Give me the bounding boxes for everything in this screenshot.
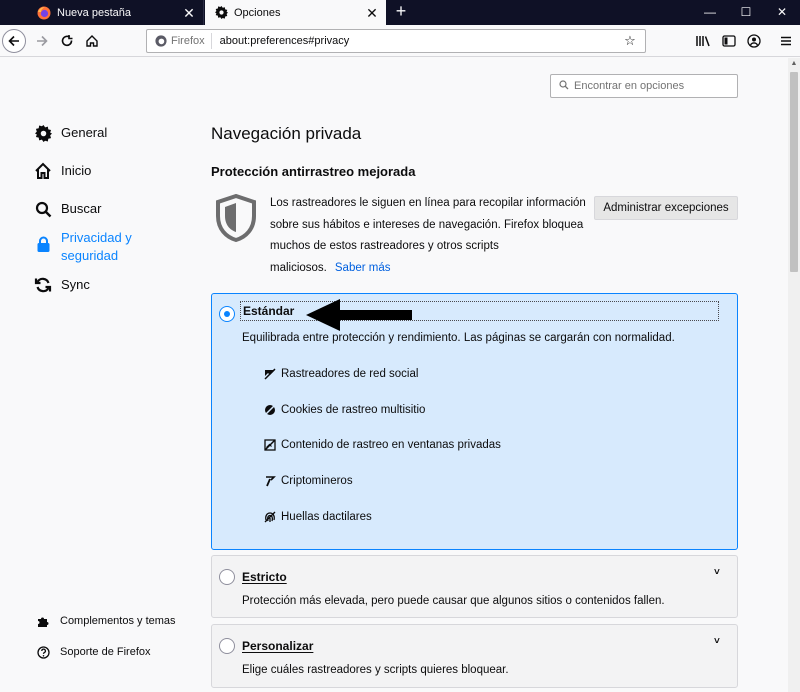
footer-link-label: Soporte de Firefox [60, 646, 151, 658]
forward-arrow-icon [37, 35, 48, 47]
lock-icon [34, 235, 52, 253]
option-label: Personalizar [242, 639, 314, 653]
menu-icon[interactable] [777, 33, 795, 49]
close-tab-icon[interactable]: ✕ [364, 5, 380, 21]
addons-themes-link[interactable]: Complementos y temas [36, 614, 176, 628]
search-icon [34, 200, 52, 218]
tab-strip: Nueva pestaña ✕ Opciones ✕ + — ☐ ✕ [0, 0, 800, 25]
cookie-icon [264, 404, 276, 416]
option-description: Protección más elevada, pero puede causa… [242, 595, 665, 607]
category-label: General [61, 125, 108, 140]
search-icon [559, 79, 569, 93]
tracker-label: Contenido de rastreo en ventanas privada… [281, 439, 501, 451]
category-label: Inicio [61, 163, 92, 178]
gear-icon [214, 6, 228, 20]
preferences-search-input[interactable]: Encontrar en opciones [550, 74, 738, 98]
category-buscar[interactable]: Buscar [34, 200, 101, 218]
tab-nueva-pestana[interactable]: Nueva pestaña ✕ [28, 0, 204, 25]
social-tracker-icon [264, 368, 276, 380]
custom-radio[interactable] [219, 638, 235, 654]
tracker-item: Huellas dactilares [264, 511, 372, 523]
tracker-item: Criptomineros [264, 475, 353, 487]
tracking-content-icon [264, 439, 276, 451]
cryptominer-icon [264, 475, 276, 487]
close-tab-icon[interactable]: ✕ [181, 5, 197, 21]
chevron-down-icon[interactable]: ˅ [714, 567, 720, 578]
home-button[interactable] [80, 29, 104, 53]
home-icon [86, 35, 98, 47]
help-icon [36, 645, 50, 659]
home-icon [34, 162, 52, 180]
tab-title: Opciones [234, 6, 281, 19]
footer-link-label: Complementos y temas [60, 615, 176, 627]
identity-box[interactable]: Firefox [147, 33, 212, 49]
fingerprint-icon [264, 511, 276, 523]
search-placeholder: Encontrar en opciones [574, 80, 685, 92]
section-title: Protección antirrastreo mejorada [211, 164, 416, 179]
back-arrow-icon [8, 35, 19, 47]
manage-exceptions-button[interactable]: Administrar excepciones [594, 196, 738, 220]
option-custom[interactable]: Personalizar ˅ Elige cuáles rastreadores… [211, 624, 738, 688]
scroll-up-icon[interactable]: ▲ [788, 58, 800, 70]
tab-opciones[interactable]: Opciones ✕ [205, 0, 386, 25]
puzzle-icon [36, 614, 50, 628]
learn-more-link[interactable]: Saber más [335, 262, 391, 274]
scrollbar-thumb[interactable] [790, 72, 798, 272]
tracker-label: Huellas dactilares [281, 511, 372, 523]
category-inicio[interactable]: Inicio [34, 162, 91, 180]
annotation-arrow-icon [306, 299, 412, 331]
tracker-label: Cookies de rastreo multisitio [281, 404, 426, 416]
account-icon[interactable] [745, 33, 763, 49]
firefox-support-link[interactable]: Soporte de Firefox [36, 645, 151, 659]
sidebar-toggle-icon[interactable] [720, 33, 738, 49]
tab-title: Nueva pestaña [57, 6, 131, 19]
tracker-label: Criptomineros [281, 475, 353, 487]
close-window-button[interactable]: ✕ [764, 0, 800, 25]
strict-radio[interactable] [219, 569, 235, 585]
tracker-label: Rastreadores de red social [281, 368, 419, 380]
url-bar[interactable]: Firefox about:preferences#privacy ☆ [146, 29, 646, 53]
reload-icon [61, 35, 73, 47]
description-text: Los rastreadores le siguen en línea para… [270, 197, 586, 274]
category-privacidad[interactable]: Privacidad y seguridad [34, 229, 141, 265]
chevron-down-icon[interactable]: ˅ [714, 636, 720, 647]
category-general[interactable]: General [34, 124, 107, 142]
tracker-item: Contenido de rastreo en ventanas privada… [264, 439, 501, 451]
category-label: Privacidad y seguridad [61, 230, 132, 263]
gear-icon [34, 124, 52, 142]
shield-icon [216, 194, 256, 242]
option-label: Estricto [242, 570, 287, 584]
option-description: Elige cuáles rastreadores y scripts quie… [242, 664, 509, 676]
bookmark-star-icon[interactable]: ☆ [621, 33, 639, 49]
back-button[interactable] [2, 29, 26, 53]
option-strict[interactable]: Estricto ˅ Protección más elevada, pero … [211, 555, 738, 618]
firefox-logo-icon [37, 6, 51, 20]
maximize-button[interactable]: ☐ [728, 0, 764, 25]
library-icon[interactable] [694, 33, 712, 49]
url-text[interactable]: about:preferences#privacy [212, 35, 621, 47]
new-tab-button[interactable]: + [390, 0, 412, 25]
tracker-item: Rastreadores de red social [264, 368, 418, 380]
page-title: Navegación privada [211, 124, 362, 143]
identity-label: Firefox [171, 35, 205, 47]
category-sync[interactable]: Sync [34, 276, 90, 294]
option-description: Equilibrada entre protección y rendimien… [242, 332, 675, 344]
category-label: Buscar [61, 201, 102, 216]
category-label: Sync [61, 277, 90, 292]
tracker-item: Cookies de rastreo multisitio [264, 404, 425, 416]
forward-button[interactable] [30, 29, 54, 53]
option-standard[interactable]: Estándar Equilibrada entre protección y … [211, 293, 738, 550]
sync-icon [34, 276, 52, 294]
etp-description: Los rastreadores le siguen en línea para… [270, 193, 590, 279]
reload-button[interactable] [55, 29, 79, 53]
navigation-toolbar: Firefox about:preferences#privacy ☆ [0, 25, 800, 57]
minimize-button[interactable]: — [692, 0, 728, 25]
standard-radio[interactable] [219, 306, 235, 322]
vertical-scrollbar[interactable]: ▲ [788, 58, 800, 692]
firefox-identity-icon [155, 35, 167, 47]
preferences-content: Encontrar en opciones General Inicio Bus… [0, 58, 788, 692]
